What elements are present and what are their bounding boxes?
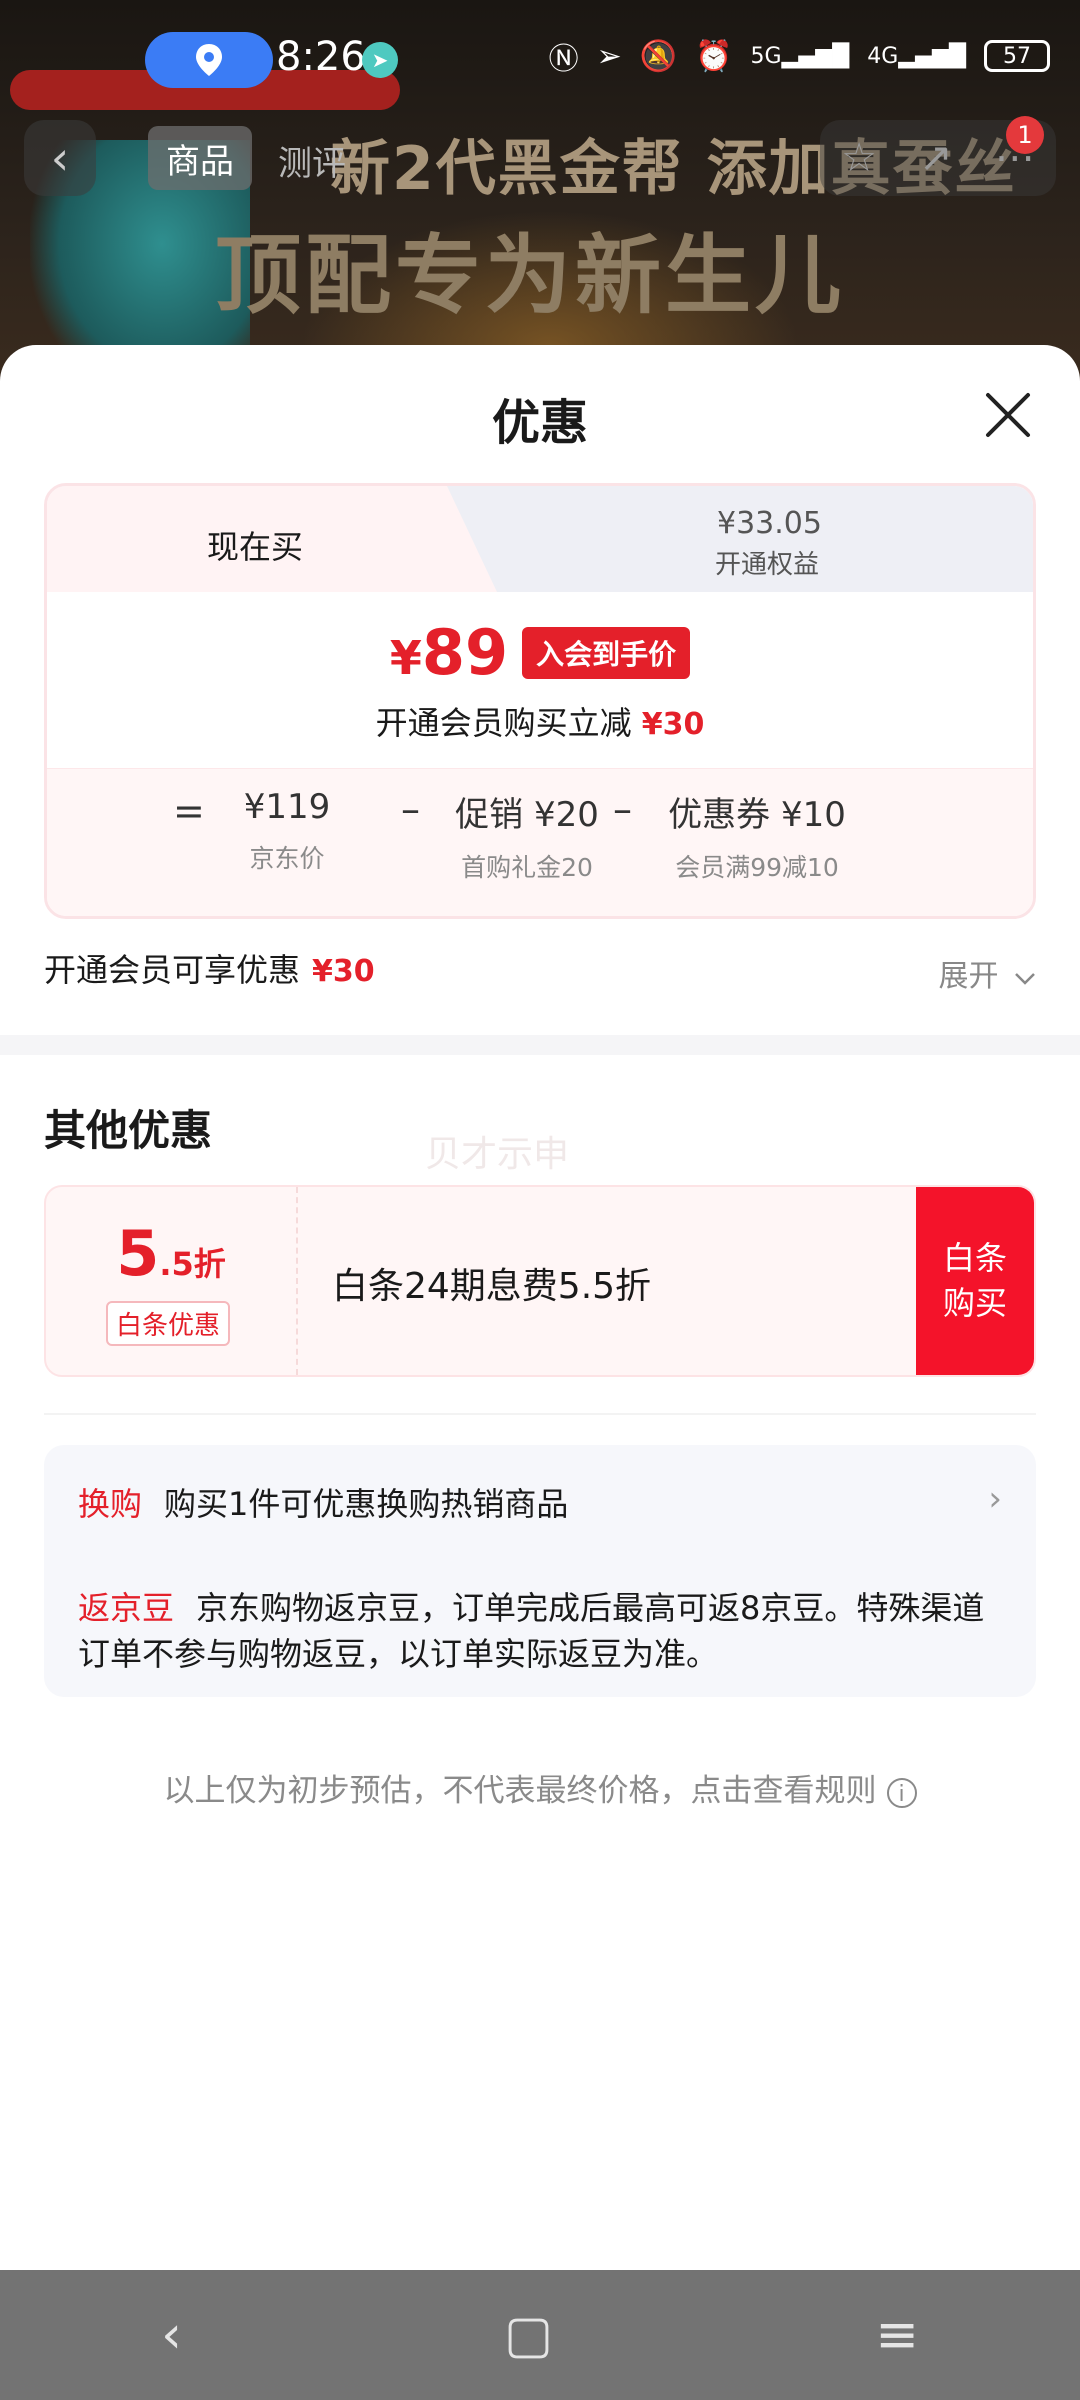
chevron-down-icon: [1015, 973, 1035, 985]
member-price-tag: 入会到手价: [522, 626, 691, 679]
minus-sign: –: [401, 787, 420, 831]
sheet-title: 优惠: [491, 395, 588, 451]
baitiao-button-line2: 购买: [942, 1284, 1007, 1322]
jd-price-label: 京东价: [249, 844, 325, 873]
favorite-star-icon[interactable]: ☆: [841, 135, 877, 181]
promo-discount: 促销 ¥20 首购礼金20: [437, 787, 617, 884]
system-menu-icon[interactable]: ≡: [875, 2305, 919, 2365]
disclaimer-link[interactable]: 以上仅为初步预估，不代表最终价格，点击查看规则 i: [0, 1765, 1080, 1810]
baitiao-offer-text: 白条24期息费5.5折: [332, 1266, 652, 1307]
final-price: ¥89: [390, 616, 508, 689]
status-bar: 8:26 ➤ Ⓝ ➢ 🔕 ⏰ 5G▂▄▆█ 4G▂▄▆█ 57: [0, 0, 1080, 120]
member-benefit: 开通会员可享优惠 ¥30: [44, 945, 375, 991]
expand-label: 展开: [938, 959, 999, 994]
beans-tag: 返京豆: [78, 1589, 175, 1627]
coupon-discount: 优惠券 ¥10 会员满99减10: [647, 787, 867, 884]
swap-tag: 换购: [78, 1485, 143, 1523]
nav-actions: ☆ ↗ ⋯ 1: [820, 116, 1056, 196]
system-home-icon[interactable]: ▢: [504, 2305, 553, 2365]
currency-symbol: ¥: [389, 631, 422, 685]
promo-label: 首购礼金20: [461, 853, 593, 882]
member-benefit-amount: ¥30: [312, 954, 375, 989]
alarm-icon: ⏰: [695, 38, 733, 74]
info-icon: i: [886, 1777, 917, 1808]
chevron-right-icon[interactable]: ›: [988, 1479, 1002, 1519]
baitiao-button-line1: 白条: [942, 1239, 1007, 1278]
coupon-label: 会员满99减10: [675, 853, 839, 882]
baitiao-discount-big: 5: [116, 1217, 160, 1290]
message-badge: 1: [1006, 116, 1044, 154]
tab-membership-price: ¥33.05: [717, 506, 822, 541]
tab-product[interactable]: 商品: [148, 126, 252, 190]
beans-text: 京东购物返京豆，订单完成后最高可返8京豆。特殊渠道订单不参与购物返豆，以订单实际…: [78, 1589, 985, 1673]
mute-bell-icon: 🔕: [639, 38, 678, 74]
member-discount-text: 开通会员购买立减: [375, 704, 632, 742]
location-indicator[interactable]: [145, 32, 273, 88]
promo-value: 促销 ¥20: [455, 795, 599, 835]
other-discounts-title: 其他优惠: [44, 1106, 213, 1155]
member-discount-amount: ¥30: [641, 707, 705, 742]
baitiao-buy-button[interactable]: 白条 购买: [916, 1187, 1034, 1375]
signal-4g-icon: 4G▂▄▆█: [867, 43, 966, 69]
system-back-icon[interactable]: ‹: [161, 2305, 182, 2365]
tab-buy-now-label: 现在买: [207, 528, 304, 566]
jd-beans-row: 返京豆 京东购物返京豆，订单完成后最高可返8京豆。特殊渠道订单不参与购物返豆，以订…: [78, 1585, 998, 1677]
expand-button[interactable]: 展开: [938, 951, 1036, 995]
price-tabs: 现在买 ¥33.05 开通权益: [47, 486, 1033, 592]
nfc-icon: Ⓝ: [548, 42, 579, 77]
price-breakdown: = ¥119 京东价 – 促销 ¥20 首购礼金20 – 优惠券 ¥10 会员满…: [47, 768, 1033, 916]
back-button[interactable]: ‹: [24, 120, 96, 196]
swap-text: 购买1件可优惠换购热销商品: [164, 1485, 569, 1523]
final-price-value: 89: [421, 616, 509, 689]
telegram-icon: ➤: [362, 42, 398, 78]
signal-5g-icon: 5G▂▄▆█: [750, 43, 850, 69]
baitiao-tag: 白条优惠: [106, 1301, 231, 1346]
member-benefit-text: 开通会员可享优惠: [44, 951, 301, 989]
baitiao-discount: 5.5折: [46, 1217, 296, 1290]
banner-subtitle: 顶配专为新生儿: [215, 226, 845, 326]
close-icon: [986, 393, 1030, 437]
minus-sign: –: [613, 787, 632, 831]
extra-info-box: 换购 购买1件可优惠换购热销商品 › 返京豆 京东购物返京豆，订单完成后最高可返8京…: [44, 1445, 1036, 1697]
baitiao-offer-card[interactable]: 5.5折 白条优惠 白条24期息费5.5折 白条 购买: [44, 1185, 1036, 1377]
watermark: 贝才示申: [425, 1134, 570, 1175]
navigation-arrow-icon: ➢: [596, 38, 622, 74]
coupon-value: 优惠券 ¥10: [668, 795, 846, 835]
disclaimer-text: 以上仅为初步预估，不代表最终价格，点击查看规则: [163, 1773, 877, 1809]
tab-review[interactable]: 测评: [278, 136, 346, 185]
member-discount-line: 开通会员购买立减 ¥30: [47, 698, 1033, 744]
baitiao-discount-panel: 5.5折 白条优惠: [46, 1187, 298, 1375]
baitiao-discount-small: .5折: [159, 1245, 226, 1283]
member-price: ¥89 入会到手价: [47, 616, 1033, 689]
divider: [44, 1413, 1036, 1415]
product-nav: ‹ 商品 测评 ☆ ↗ ⋯ 1: [0, 116, 1080, 200]
jd-price-value: ¥119: [243, 787, 331, 827]
section-divider: [0, 1035, 1080, 1055]
status-icons: Ⓝ ➢ 🔕 ⏰ 5G▂▄▆█ 4G▂▄▆█ 57: [549, 34, 1050, 78]
share-icon[interactable]: ↗: [919, 135, 953, 181]
price-card: 现在买 ¥33.05 开通权益 ¥89 入会到手价 开通会员购买立减 ¥30 =…: [44, 483, 1036, 919]
close-button[interactable]: [980, 387, 1036, 443]
jd-price: ¥119 京东价: [197, 787, 377, 875]
discount-sheet: 优惠 现在买 ¥33.05 开通权益 ¥89 入会到手价 开通会员购买立减 ¥3…: [0, 345, 1080, 2270]
swap-offer-row[interactable]: 换购 购买1件可优惠换购热销商品: [78, 1479, 568, 1525]
location-pin-icon: [196, 44, 222, 76]
battery-indicator: 57: [984, 40, 1050, 72]
tab-membership-label: 开通权益: [715, 550, 820, 580]
status-time: 8:26: [276, 34, 366, 80]
system-nav-bar: ‹ ▢ ≡: [0, 2270, 1080, 2400]
